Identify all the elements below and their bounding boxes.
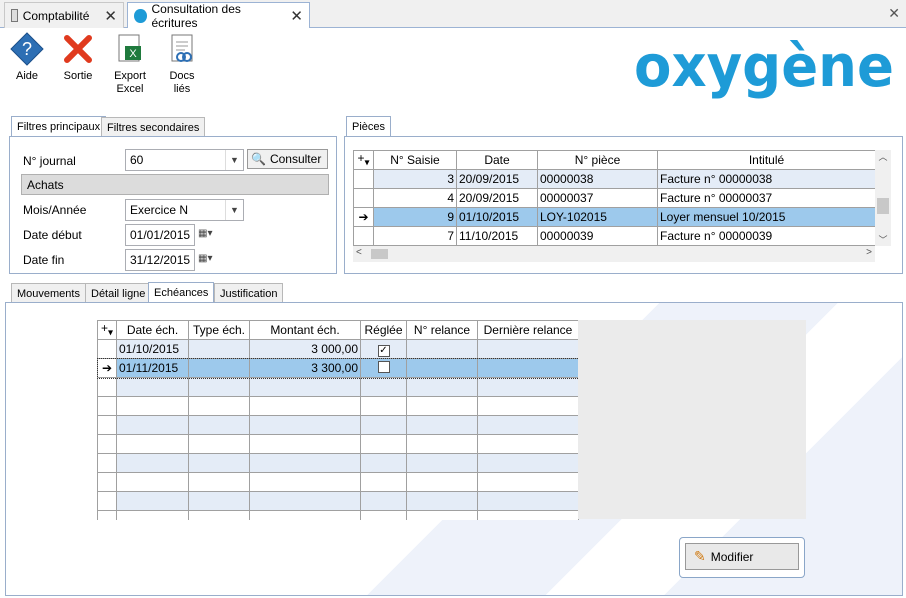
- calendar-icon[interactable]: ▦▾: [198, 253, 212, 264]
- tab-label: Comptabilité: [22, 8, 90, 23]
- exit-button[interactable]: Sortie: [58, 32, 98, 83]
- tab-mouvements[interactable]: Mouvements: [11, 283, 86, 303]
- table-row-selected[interactable]: ➔ 9 01/10/2015 LOY-102015 Loyer mensuel 10/2…: [353, 207, 876, 227]
- chevron-right-icon[interactable]: >: [866, 247, 872, 258]
- start-date-input[interactable]: 01/01/2015: [125, 224, 195, 246]
- pencil-icon: ✎: [694, 548, 706, 564]
- calendar-icon[interactable]: ▦▾: [198, 228, 212, 239]
- tab-echeances[interactable]: Echéances: [148, 282, 215, 303]
- modify-button[interactable]: ✎ Modifier: [685, 543, 799, 570]
- export-excel-button[interactable]: X Export Excel: [110, 32, 150, 96]
- chevron-down-icon[interactable]: ﹀: [875, 233, 891, 246]
- empty-row: [97, 434, 579, 454]
- empty-row: [97, 415, 579, 435]
- empty-row: [97, 491, 579, 511]
- tab-filtres-principaux[interactable]: Filtres principaux: [11, 116, 107, 137]
- add-row-icon[interactable]: +▾: [97, 320, 117, 340]
- col-type-ech[interactable]: Type éch.: [188, 320, 250, 340]
- tab-justification[interactable]: Justification: [214, 283, 284, 303]
- svg-text:X: X: [129, 48, 137, 60]
- table-row[interactable]: 7 11/10/2015 00000039 Facture n° 00000039: [353, 226, 876, 246]
- empty-row: [97, 472, 579, 492]
- tab-pieces[interactable]: Pièces: [346, 116, 392, 137]
- col-intitule[interactable]: Intitulé: [657, 150, 876, 170]
- consult-button[interactable]: 🔍 Consulter: [247, 149, 328, 169]
- document-tab-strip: Comptabilité ✕ Consultation des écriture…: [0, 0, 906, 30]
- current-row-arrow-icon: ➔: [353, 207, 374, 227]
- scroll-thumb[interactable]: [877, 198, 889, 214]
- scroll-thumb[interactable]: [371, 249, 388, 259]
- tab-consultation[interactable]: Consultation des écritures ✕: [127, 2, 310, 30]
- excel-icon: X: [118, 34, 141, 62]
- chevron-left-icon[interactable]: <: [356, 247, 362, 258]
- tab-label: Consultation des écritures: [151, 2, 241, 30]
- start-date-label: Date début: [23, 228, 82, 242]
- svg-text:?: ?: [22, 39, 32, 59]
- close-icon[interactable]: ✕: [104, 7, 117, 25]
- journal-label: N° journal: [23, 154, 76, 168]
- table-row[interactable]: 4 20/09/2015 00000037 Facture n° 00000037: [353, 188, 876, 208]
- table-row[interactable]: 3 20/09/2015 00000038 Facture n° 00000038: [353, 169, 876, 189]
- journal-name-field: Achats: [21, 174, 329, 195]
- col-n-relance[interactable]: N° relance: [406, 320, 478, 340]
- close-icon: [64, 35, 92, 63]
- horizontal-scrollbar[interactable]: < >: [353, 246, 875, 262]
- calculator-icon: [11, 9, 18, 22]
- col-date-ech[interactable]: Date éch.: [116, 320, 189, 340]
- help-button[interactable]: ? Aide: [7, 32, 47, 83]
- empty-row: [97, 453, 579, 473]
- end-date-input[interactable]: 31/12/2015: [125, 249, 195, 271]
- grid-empty-area: [578, 320, 806, 519]
- col-reglee[interactable]: Réglée: [360, 320, 407, 340]
- modify-button-frame: ✎ Modifier: [679, 537, 805, 578]
- col-n-piece[interactable]: N° pièce: [537, 150, 658, 170]
- empty-row: [97, 396, 579, 416]
- journal-combo[interactable]: 60 ▼: [125, 149, 244, 171]
- reglee-checkbox-checked[interactable]: ✓: [377, 344, 390, 357]
- period-label: Mois/Année: [23, 203, 87, 217]
- svg-text:oxygène: oxygène: [634, 40, 894, 100]
- tab-comptabilite[interactable]: Comptabilité ✕: [4, 2, 124, 28]
- empty-row: [97, 510, 579, 520]
- oxygene-logo: oxygène: [634, 40, 894, 100]
- period-combo[interactable]: Exercice N ▼: [125, 199, 244, 221]
- tab-filtres-secondaires[interactable]: Filtres secondaires: [101, 117, 206, 137]
- empty-row: [97, 377, 579, 397]
- oxygene-icon: [134, 9, 147, 23]
- current-row-arrow-icon: ➔: [97, 358, 117, 378]
- table-row[interactable]: 01/10/2015 3 000,00 ✓: [97, 339, 579, 359]
- tab-detail-ligne[interactable]: Détail ligne: [85, 283, 152, 303]
- linked-documents-icon: [171, 34, 193, 62]
- vertical-scrollbar[interactable]: ︿ ﹀: [875, 150, 891, 246]
- echeances-grid: +▾ Date éch. Type éch. Montant éch. Régl…: [97, 320, 579, 520]
- search-icon: 🔍: [251, 152, 266, 166]
- reglee-checkbox[interactable]: [377, 360, 390, 373]
- col-montant-ech[interactable]: Montant éch.: [249, 320, 361, 340]
- col-n-saisie[interactable]: N° Saisie: [373, 150, 457, 170]
- end-date-label: Date fin: [23, 253, 65, 267]
- help-icon: ?: [10, 32, 44, 66]
- chevron-down-icon[interactable]: ▼: [225, 150, 243, 170]
- window-close-icon[interactable]: ✕: [888, 5, 900, 22]
- table-row-selected[interactable]: ➔ 01/11/2015 3 300,00: [97, 357, 579, 379]
- chevron-up-icon[interactable]: ︿: [875, 150, 891, 163]
- close-icon[interactable]: ✕: [290, 7, 303, 25]
- chevron-down-icon[interactable]: ▼: [225, 200, 243, 220]
- linked-docs-button[interactable]: Docs liés: [162, 32, 202, 96]
- col-derniere-relance[interactable]: Dernière relance: [477, 320, 579, 340]
- col-date[interactable]: Date: [456, 150, 538, 170]
- add-row-icon[interactable]: +▾: [353, 150, 374, 170]
